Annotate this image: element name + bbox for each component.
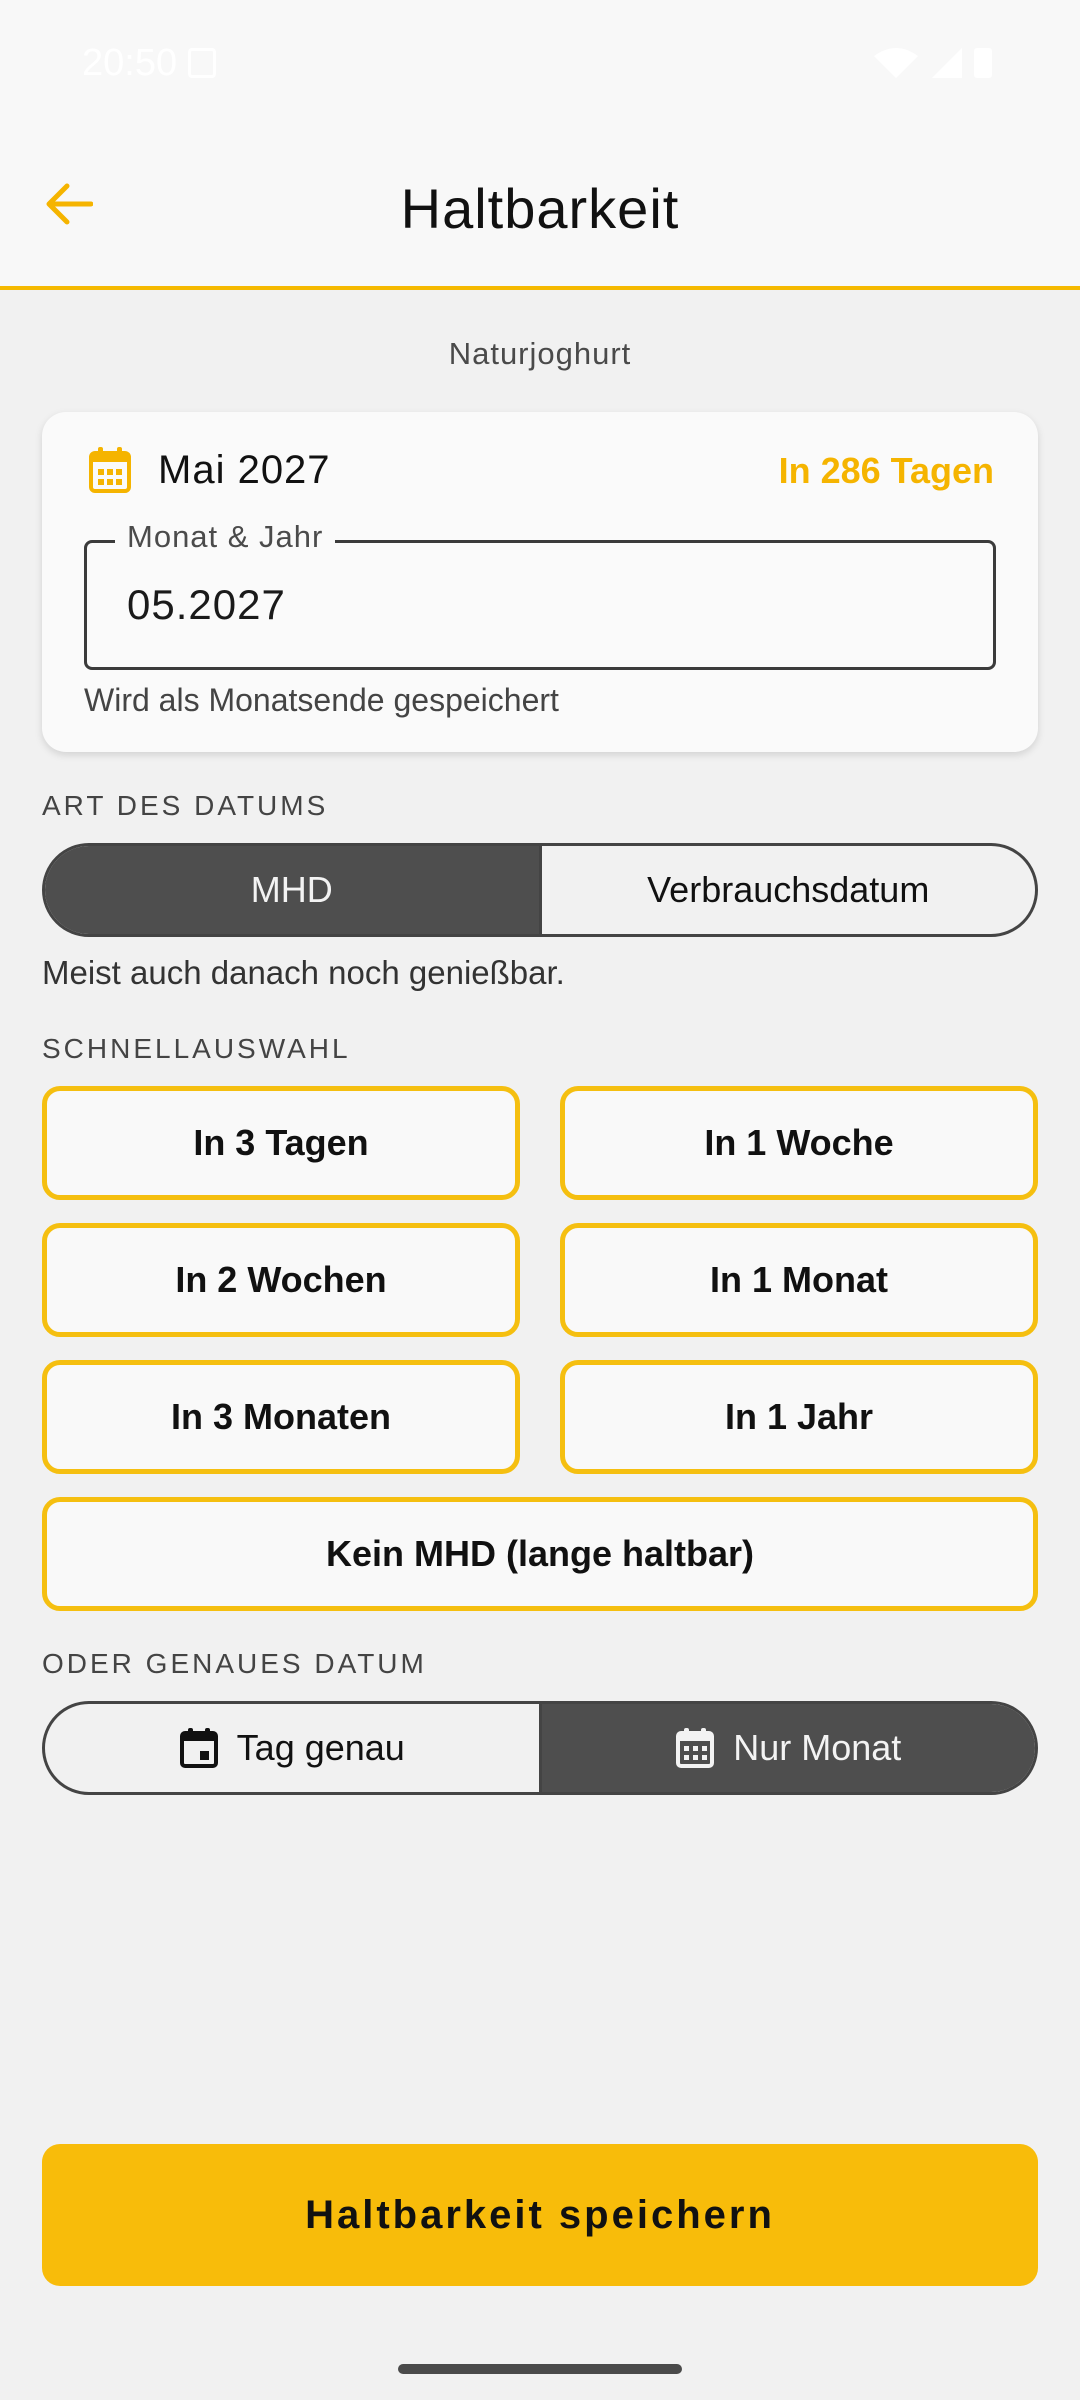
product-name: Naturjoghurt bbox=[448, 336, 632, 371]
date-type-section-label: ART DES DATUMS bbox=[42, 790, 329, 821]
days-remaining-label: In 286 Tagen bbox=[778, 450, 994, 491]
exact-date-option-day[interactable]: Tag genau bbox=[45, 1704, 539, 1792]
page-title: Haltbarkeit bbox=[400, 177, 680, 240]
quick-option-1-week[interactable]: In 1 Woche bbox=[560, 1086, 1038, 1200]
date-type-hint: Meist auch danach noch genießbar. bbox=[42, 954, 565, 991]
battery-icon bbox=[974, 48, 992, 78]
exact-date-toggle: Tag genau Nur Monat bbox=[42, 1701, 1038, 1795]
calendar-day-icon bbox=[179, 1728, 218, 1768]
month-year-input[interactable] bbox=[127, 581, 927, 629]
quick-option-3-days[interactable]: In 3 Tagen bbox=[42, 1086, 520, 1200]
exact-date-option-month[interactable]: Nur Monat bbox=[538, 1704, 1035, 1792]
sim-card-icon bbox=[188, 48, 216, 78]
date-type-toggle: MHD Verbrauchsdatum bbox=[42, 843, 1038, 937]
month-year-field-label: Monat & Jahr bbox=[115, 519, 336, 555]
home-indicator[interactable] bbox=[398, 2364, 682, 2374]
exact-date-section-label: ODER GENAUES DATUM bbox=[42, 1648, 427, 1679]
quick-option-no-expiry[interactable]: Kein MHD (lange haltbar) bbox=[42, 1497, 1038, 1611]
date-card: Mai 2027 In 286 Tagen Monat & Jahr Wird … bbox=[42, 412, 1038, 752]
month-year-field[interactable]: Monat & Jahr bbox=[84, 519, 996, 670]
selected-date-label: Mai 2027 bbox=[158, 448, 331, 492]
field-helper-text: Wird als Monatsende gespeichert bbox=[84, 682, 559, 718]
quick-option-3-months[interactable]: In 3 Monaten bbox=[42, 1360, 520, 1474]
calendar-icon bbox=[89, 447, 131, 493]
calendar-month-icon bbox=[676, 1728, 715, 1768]
status-icons bbox=[874, 48, 992, 78]
exact-date-option-day-label: Tag genau bbox=[236, 1727, 405, 1768]
date-type-option-verbrauchsdatum[interactable]: Verbrauchsdatum bbox=[538, 846, 1036, 934]
app-bar: Haltbarkeit bbox=[0, 120, 1080, 290]
quick-select-section-label: SCHNELLAUSWAHL bbox=[42, 1033, 351, 1064]
status-bar: 20:50 bbox=[0, 0, 1080, 120]
wifi-icon bbox=[874, 48, 918, 78]
quick-option-1-year[interactable]: In 1 Jahr bbox=[560, 1360, 1038, 1474]
signal-icon bbox=[932, 48, 962, 78]
quick-option-1-month[interactable]: In 1 Monat bbox=[560, 1223, 1038, 1337]
exact-date-option-month-label: Nur Monat bbox=[733, 1727, 902, 1768]
save-button[interactable]: Haltbarkeit speichern bbox=[42, 2144, 1038, 2286]
status-time: 20:50 bbox=[82, 42, 178, 84]
date-type-option-mhd[interactable]: MHD bbox=[45, 846, 539, 934]
quick-option-2-weeks[interactable]: In 2 Wochen bbox=[42, 1223, 520, 1337]
